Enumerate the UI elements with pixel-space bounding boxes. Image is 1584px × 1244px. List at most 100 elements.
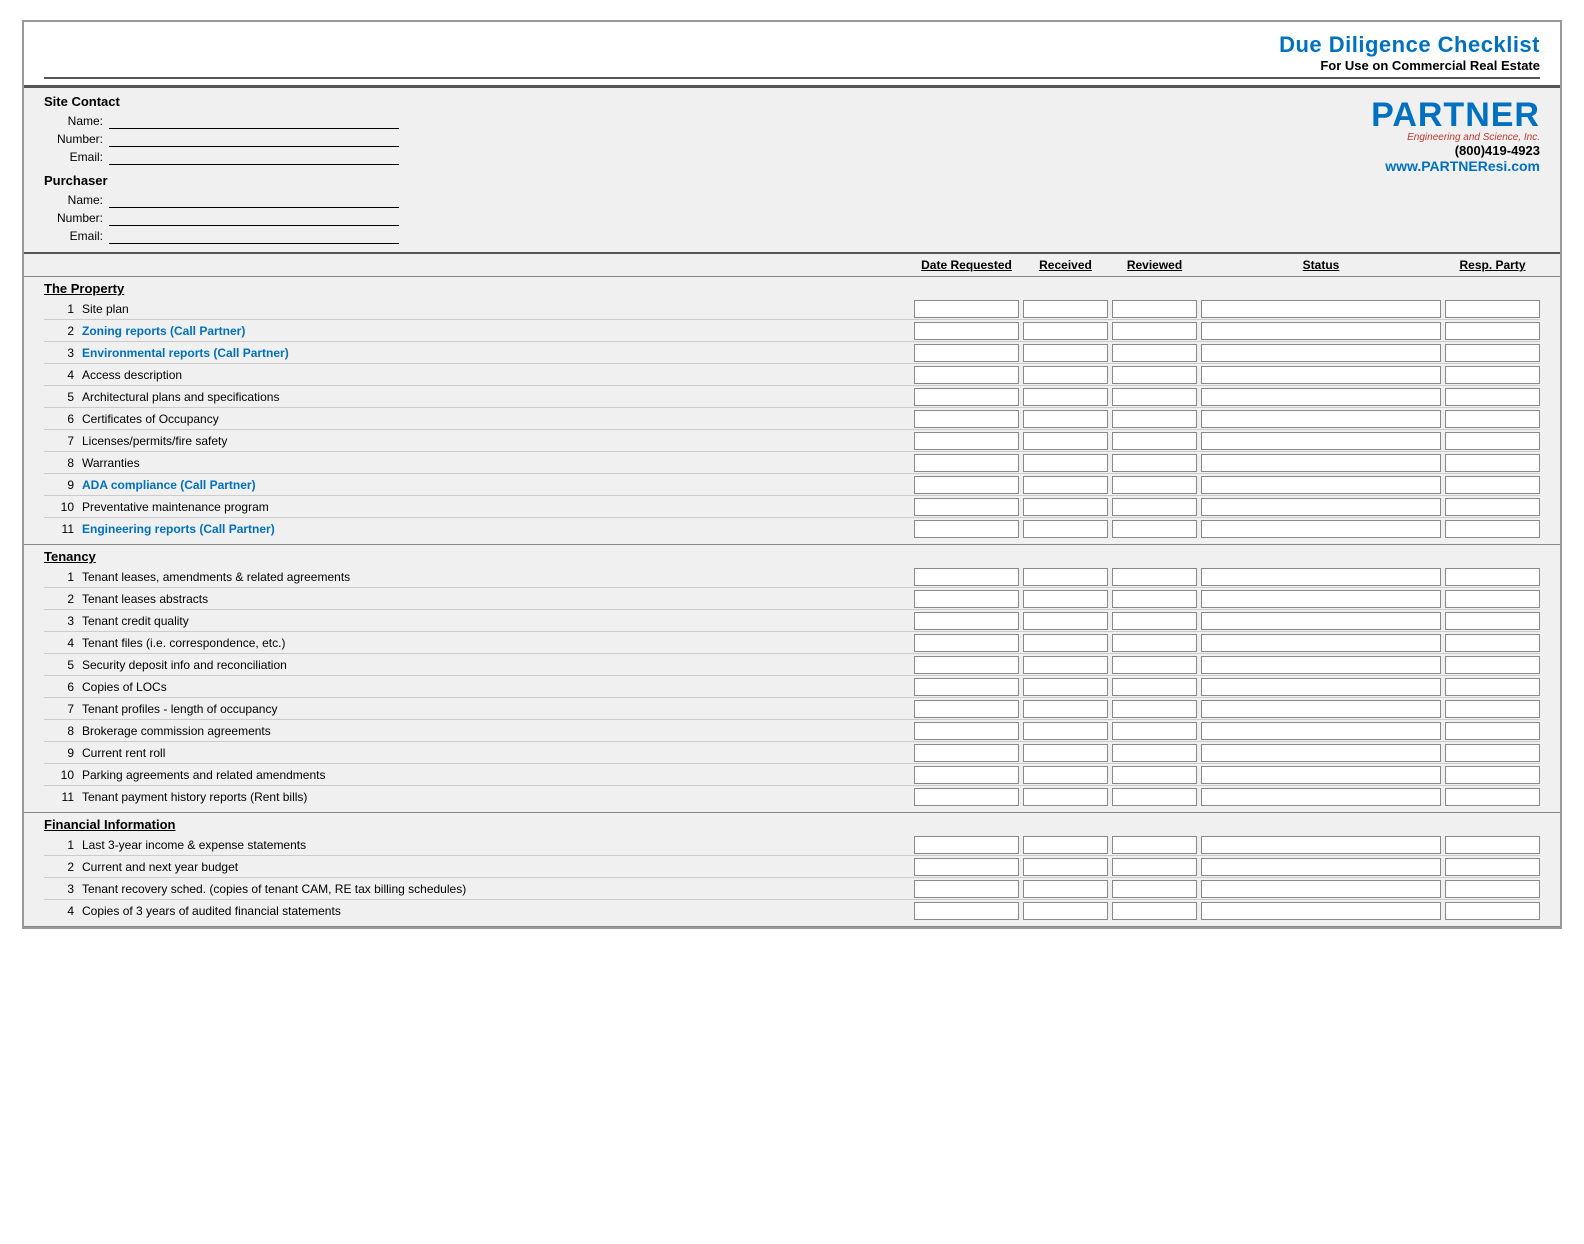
- status-cell[interactable]: [1201, 678, 1441, 696]
- received-cell[interactable]: [1023, 722, 1108, 740]
- reviewed-cell[interactable]: [1112, 568, 1197, 586]
- received-cell[interactable]: [1023, 678, 1108, 696]
- received-cell[interactable]: [1023, 656, 1108, 674]
- reviewed-cell[interactable]: [1112, 498, 1197, 516]
- resp-party-cell[interactable]: [1445, 858, 1540, 876]
- date-requested-cell[interactable]: [914, 410, 1019, 428]
- status-cell[interactable]: [1201, 722, 1441, 740]
- received-cell[interactable]: [1023, 858, 1108, 876]
- status-cell[interactable]: [1201, 300, 1441, 318]
- reviewed-cell[interactable]: [1112, 454, 1197, 472]
- resp-party-cell[interactable]: [1445, 590, 1540, 608]
- status-cell[interactable]: [1201, 656, 1441, 674]
- site-number-field[interactable]: [109, 131, 399, 147]
- resp-party-cell[interactable]: [1445, 432, 1540, 450]
- site-email-field[interactable]: [109, 149, 399, 165]
- status-cell[interactable]: [1201, 880, 1441, 898]
- date-requested-cell[interactable]: [914, 788, 1019, 806]
- reviewed-cell[interactable]: [1112, 766, 1197, 784]
- resp-party-cell[interactable]: [1445, 366, 1540, 384]
- received-cell[interactable]: [1023, 432, 1108, 450]
- received-cell[interactable]: [1023, 410, 1108, 428]
- resp-party-cell[interactable]: [1445, 300, 1540, 318]
- resp-party-cell[interactable]: [1445, 634, 1540, 652]
- date-requested-cell[interactable]: [914, 454, 1019, 472]
- date-requested-cell[interactable]: [914, 678, 1019, 696]
- resp-party-cell[interactable]: [1445, 744, 1540, 762]
- date-requested-cell[interactable]: [914, 634, 1019, 652]
- received-cell[interactable]: [1023, 612, 1108, 630]
- received-cell[interactable]: [1023, 880, 1108, 898]
- resp-party-cell[interactable]: [1445, 612, 1540, 630]
- status-cell[interactable]: [1201, 568, 1441, 586]
- reviewed-cell[interactable]: [1112, 410, 1197, 428]
- reviewed-cell[interactable]: [1112, 322, 1197, 340]
- reviewed-cell[interactable]: [1112, 722, 1197, 740]
- resp-party-cell[interactable]: [1445, 766, 1540, 784]
- status-cell[interactable]: [1201, 744, 1441, 762]
- reviewed-cell[interactable]: [1112, 880, 1197, 898]
- resp-party-cell[interactable]: [1445, 498, 1540, 516]
- date-requested-cell[interactable]: [914, 902, 1019, 920]
- date-requested-cell[interactable]: [914, 722, 1019, 740]
- date-requested-cell[interactable]: [914, 366, 1019, 384]
- reviewed-cell[interactable]: [1112, 476, 1197, 494]
- received-cell[interactable]: [1023, 700, 1108, 718]
- status-cell[interactable]: [1201, 432, 1441, 450]
- date-requested-cell[interactable]: [914, 344, 1019, 362]
- received-cell[interactable]: [1023, 788, 1108, 806]
- reviewed-cell[interactable]: [1112, 432, 1197, 450]
- resp-party-cell[interactable]: [1445, 656, 1540, 674]
- resp-party-cell[interactable]: [1445, 880, 1540, 898]
- received-cell[interactable]: [1023, 902, 1108, 920]
- resp-party-cell[interactable]: [1445, 344, 1540, 362]
- reviewed-cell[interactable]: [1112, 634, 1197, 652]
- reviewed-cell[interactable]: [1112, 520, 1197, 538]
- status-cell[interactable]: [1201, 366, 1441, 384]
- date-requested-cell[interactable]: [914, 612, 1019, 630]
- received-cell[interactable]: [1023, 836, 1108, 854]
- date-requested-cell[interactable]: [914, 590, 1019, 608]
- received-cell[interactable]: [1023, 454, 1108, 472]
- reviewed-cell[interactable]: [1112, 836, 1197, 854]
- status-cell[interactable]: [1201, 520, 1441, 538]
- status-cell[interactable]: [1201, 902, 1441, 920]
- status-cell[interactable]: [1201, 344, 1441, 362]
- reviewed-cell[interactable]: [1112, 678, 1197, 696]
- date-requested-cell[interactable]: [914, 766, 1019, 784]
- resp-party-cell[interactable]: [1445, 454, 1540, 472]
- date-requested-cell[interactable]: [914, 568, 1019, 586]
- status-cell[interactable]: [1201, 590, 1441, 608]
- status-cell[interactable]: [1201, 410, 1441, 428]
- reviewed-cell[interactable]: [1112, 902, 1197, 920]
- resp-party-cell[interactable]: [1445, 568, 1540, 586]
- date-requested-cell[interactable]: [914, 700, 1019, 718]
- reviewed-cell[interactable]: [1112, 388, 1197, 406]
- status-cell[interactable]: [1201, 388, 1441, 406]
- received-cell[interactable]: [1023, 744, 1108, 762]
- date-requested-cell[interactable]: [914, 300, 1019, 318]
- status-cell[interactable]: [1201, 322, 1441, 340]
- received-cell[interactable]: [1023, 634, 1108, 652]
- received-cell[interactable]: [1023, 498, 1108, 516]
- date-requested-cell[interactable]: [914, 520, 1019, 538]
- status-cell[interactable]: [1201, 858, 1441, 876]
- status-cell[interactable]: [1201, 612, 1441, 630]
- reviewed-cell[interactable]: [1112, 300, 1197, 318]
- purchaser-name-field[interactable]: [109, 192, 399, 208]
- status-cell[interactable]: [1201, 700, 1441, 718]
- reviewed-cell[interactable]: [1112, 612, 1197, 630]
- received-cell[interactable]: [1023, 322, 1108, 340]
- status-cell[interactable]: [1201, 454, 1441, 472]
- reviewed-cell[interactable]: [1112, 590, 1197, 608]
- received-cell[interactable]: [1023, 520, 1108, 538]
- resp-party-cell[interactable]: [1445, 388, 1540, 406]
- status-cell[interactable]: [1201, 634, 1441, 652]
- resp-party-cell[interactable]: [1445, 678, 1540, 696]
- received-cell[interactable]: [1023, 590, 1108, 608]
- site-name-field[interactable]: [109, 113, 399, 129]
- status-cell[interactable]: [1201, 766, 1441, 784]
- reviewed-cell[interactable]: [1112, 788, 1197, 806]
- date-requested-cell[interactable]: [914, 476, 1019, 494]
- date-requested-cell[interactable]: [914, 498, 1019, 516]
